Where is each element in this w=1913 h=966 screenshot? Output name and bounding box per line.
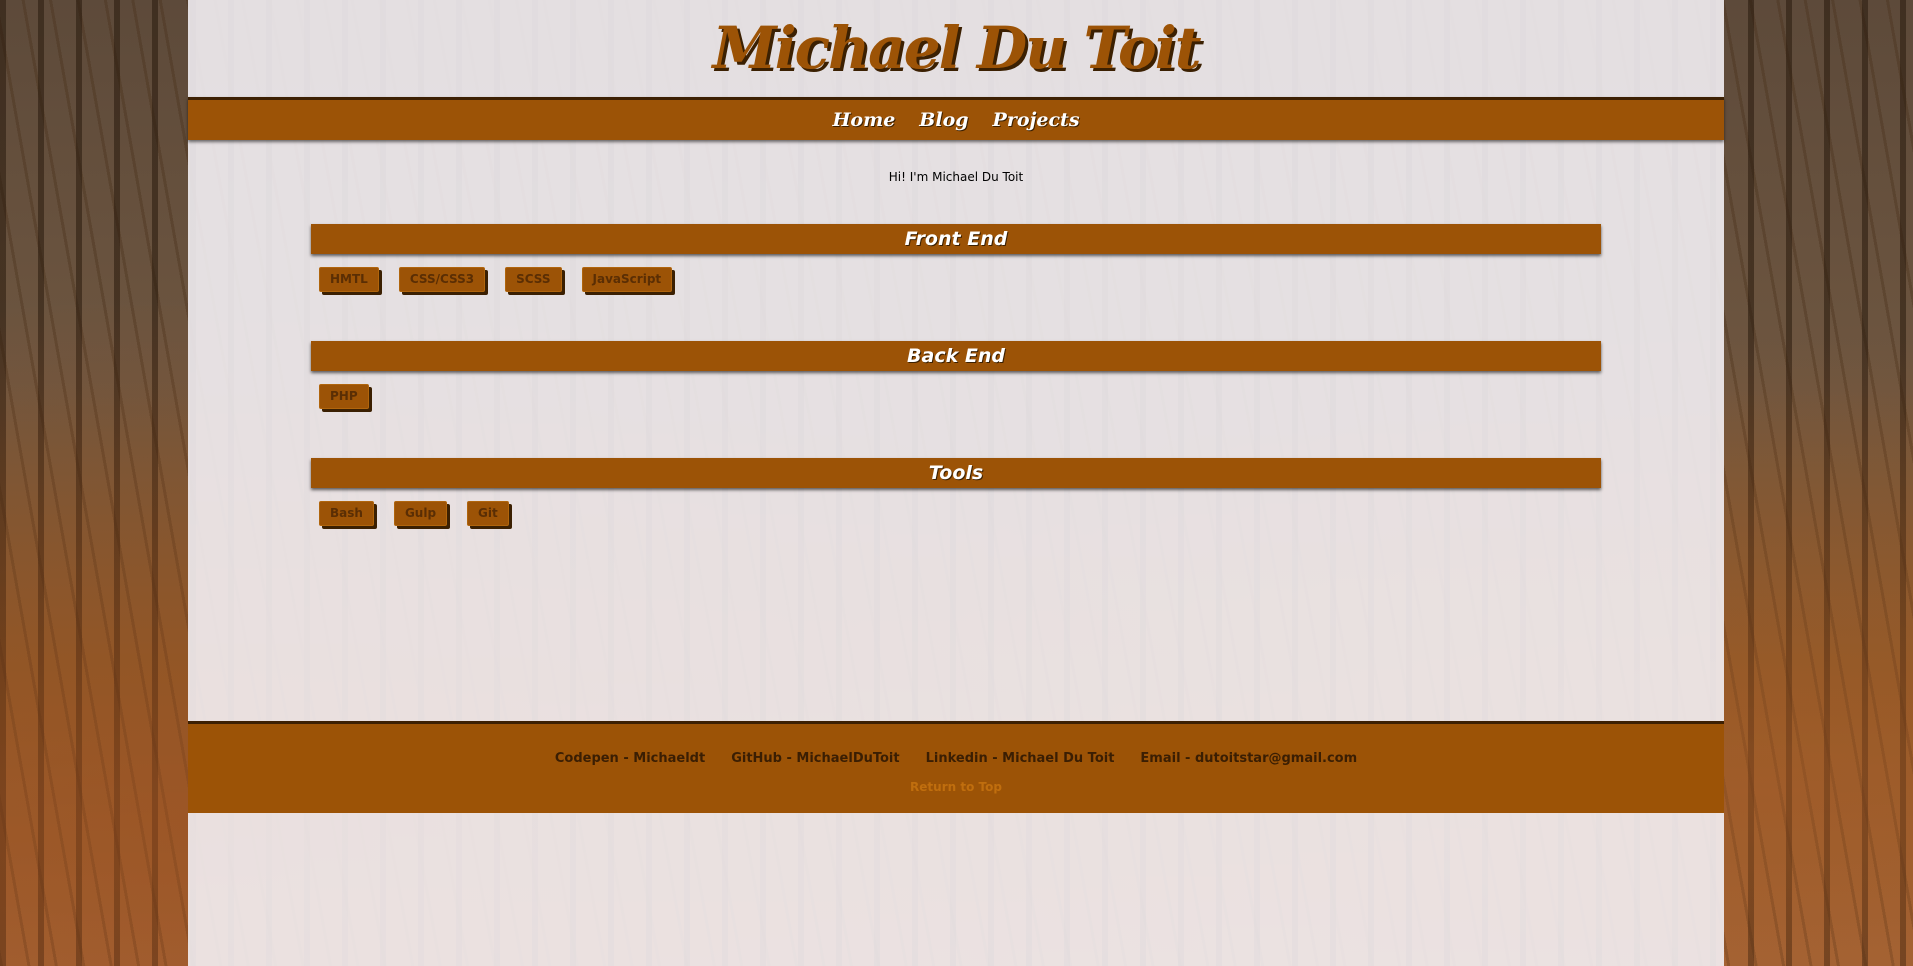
- nav-blog[interactable]: Blog: [919, 109, 968, 131]
- skills-tools: Bash Gulp Git: [319, 501, 509, 526]
- skill-badge: SCSS: [505, 267, 562, 292]
- site-title: Michael Du Toit: [712, 14, 1201, 82]
- nav-projects[interactable]: Projects: [993, 109, 1080, 131]
- footer-link-email[interactable]: Email - dutoitstar@gmail.com: [1140, 751, 1357, 766]
- skill-badge: CSS/CSS3: [398, 267, 486, 292]
- skill-badge: Gulp: [393, 501, 448, 526]
- return-to-top-link[interactable]: Return to Top: [188, 780, 1724, 794]
- section-heading-back-end: Back End: [311, 341, 1601, 371]
- skill-badge: HMTL: [319, 267, 379, 292]
- section-heading-front-end: Front End: [311, 224, 1601, 254]
- skill-badge: PHP: [319, 384, 369, 409]
- page-container: Michael Du Toit Home Blog Projects Hi! I…: [188, 0, 1724, 966]
- footer: Codepen - Michaeldt GitHub - MichaelDuTo…: [188, 721, 1724, 813]
- footer-link-codepen[interactable]: Codepen - Michaeldt: [555, 751, 705, 766]
- skills-back-end: PHP: [319, 384, 369, 409]
- skills-front-end: HMTL CSS/CSS3 SCSS JavaScript: [319, 267, 673, 292]
- footer-links: Codepen - Michaeldt GitHub - MichaelDuTo…: [188, 751, 1724, 766]
- intro-text: Hi! I'm Michael Du Toit: [888, 170, 1024, 184]
- skill-badge: JavaScript: [581, 267, 673, 292]
- skill-badge: Git: [467, 501, 509, 526]
- section-heading-tools: Tools: [311, 458, 1601, 488]
- main-nav: Home Blog Projects: [188, 97, 1724, 140]
- footer-link-linkedin[interactable]: Linkedin - Michael Du Toit: [926, 751, 1115, 766]
- footer-link-github[interactable]: GitHub - MichaelDuToit: [731, 751, 899, 766]
- nav-home[interactable]: Home: [832, 109, 895, 131]
- skill-badge: Bash: [319, 501, 374, 526]
